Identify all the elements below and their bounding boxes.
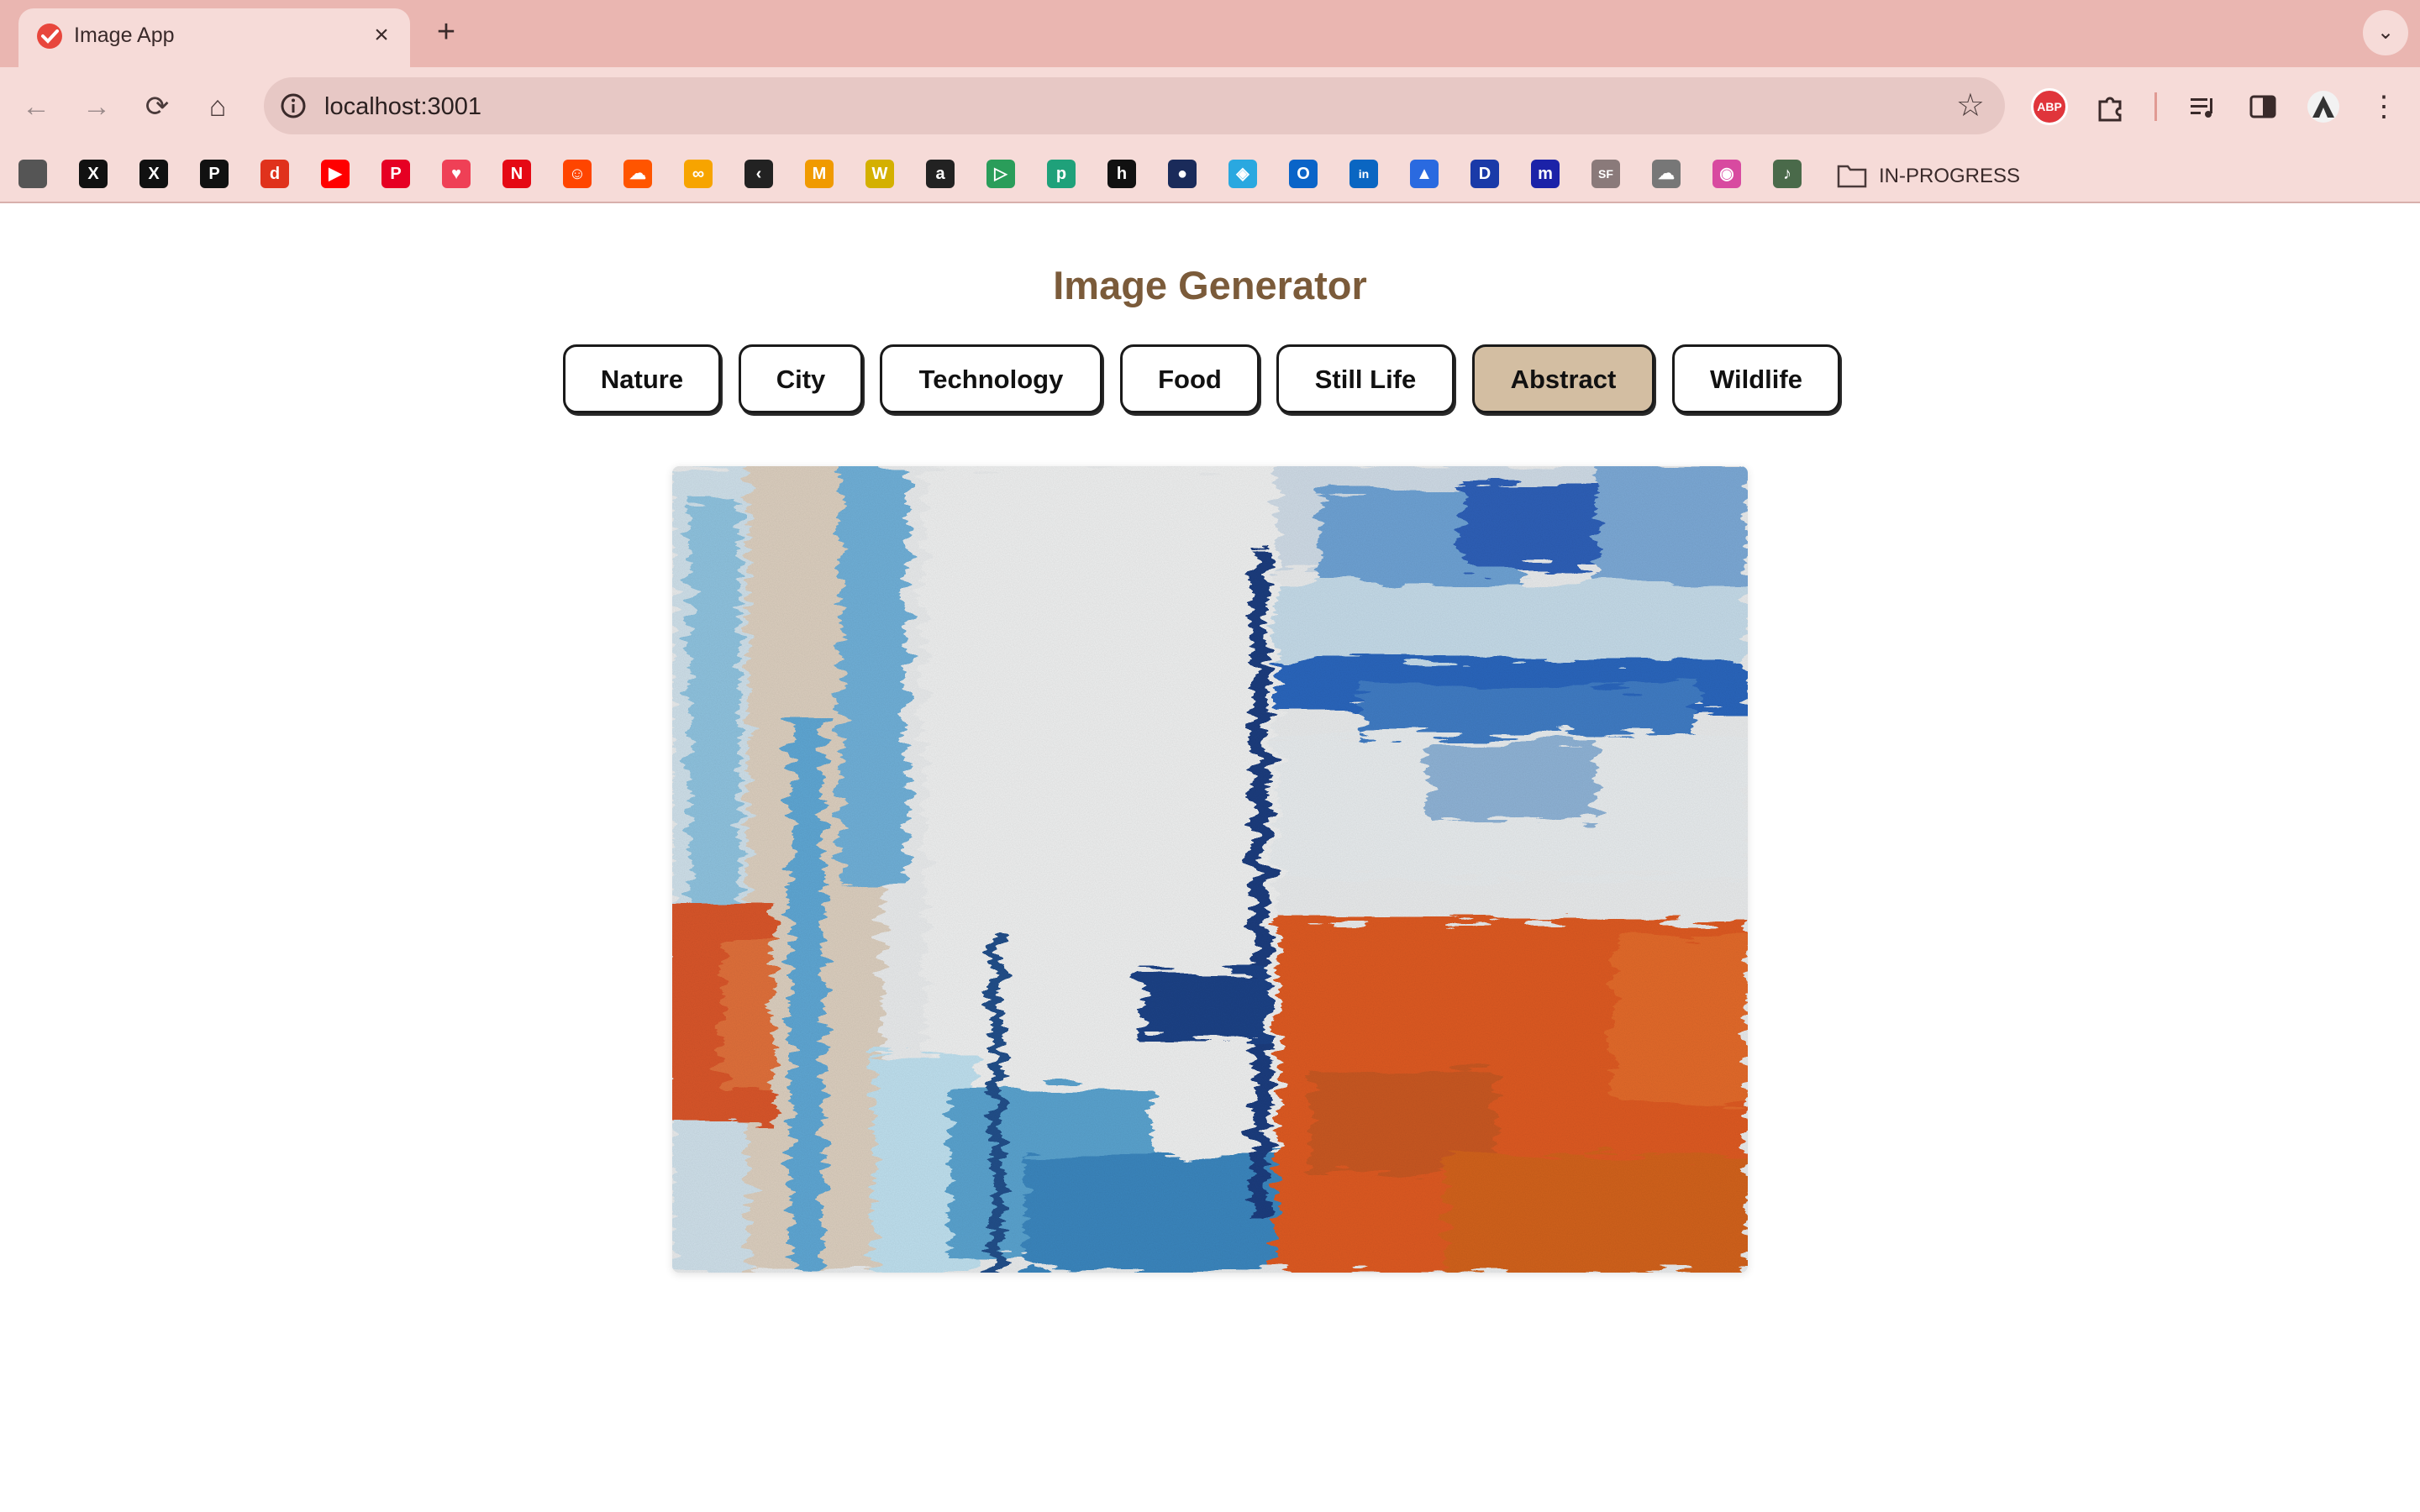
color-circle-icon[interactable]: ◉ [1712, 160, 1741, 188]
disney-icon[interactable]: D [1470, 160, 1499, 188]
category-button-abstract[interactable]: Abstract [1472, 344, 1655, 413]
category-button-food[interactable]: Food [1120, 344, 1260, 413]
generated-image [672, 466, 1748, 1273]
media-controls-icon[interactable] [2178, 82, 2227, 131]
m-icon[interactable]: M [805, 160, 834, 188]
h-icon[interactable]: h [1107, 160, 1136, 188]
folder-icon [1837, 165, 1867, 188]
linkedin-icon[interactable]: in [1349, 160, 1378, 188]
chevron-down-icon[interactable]: ⌄ [2363, 10, 2408, 55]
tab-strip: Image App × + ⌄ [0, 0, 2420, 67]
extensions-puzzle-icon[interactable] [2087, 82, 2136, 131]
cube-blue-icon[interactable]: ◈ [1228, 160, 1257, 188]
category-button-still-life[interactable]: Still Life [1276, 344, 1455, 413]
youtube-icon[interactable]: ▶ [321, 160, 350, 188]
sfb-icon[interactable]: SF [1591, 160, 1620, 188]
toolbar-separator [2154, 92, 2157, 121]
address-bar[interactable]: localhost:3001 ☆ [264, 77, 2005, 134]
play-icon[interactable]: ▷ [986, 160, 1015, 188]
outlook-icon[interactable]: O [1289, 160, 1318, 188]
adblock-extension-button[interactable]: ABP [2025, 82, 2074, 131]
arc-icon[interactable]: ▲ [1410, 160, 1439, 188]
side-panel-icon[interactable] [2238, 82, 2287, 131]
bookmarks-bar: IN-PROGRESS X X Pd ▶ P ♥ N ☺ ☁ ∞ ‹ M Wa ▷ p h ● ◈ Oin ▲ Dm SF… [0, 146, 2420, 203]
home-button[interactable]: ⌂ [193, 82, 242, 131]
bookmark-folder-label: IN-PROGRESS [1879, 165, 2021, 187]
new-tab-button[interactable]: + [427, 13, 466, 52]
cloud-icon[interactable]: ☁ [1652, 160, 1681, 188]
amazon-icon[interactable]: a [926, 160, 955, 188]
close-tab-icon[interactable]: × [365, 18, 398, 52]
category-button-technology[interactable]: Technology [880, 344, 1102, 413]
m-square-icon[interactable]: m [1531, 160, 1560, 188]
category-button-city[interactable]: City [739, 344, 863, 413]
browser-menu-icon[interactable]: ⋮ [2360, 82, 2408, 131]
leetcode-icon[interactable]: ‹ [744, 160, 773, 188]
red-check-icon [37, 24, 62, 49]
category-buttons: Nature City Technology Food Still Life A… [0, 344, 2420, 417]
browser-toolbar: ← → ⟳ ⌂ localhost:3001 ☆ ABP ⋮ [0, 67, 2420, 146]
cube-icon[interactable] [18, 160, 47, 188]
x-icon[interactable]: X [139, 160, 168, 188]
url-text[interactable]: localhost:3001 [324, 93, 481, 121]
p-circle-icon[interactable]: p [1047, 160, 1076, 188]
forward-button[interactable]: → [72, 82, 121, 131]
pinterest-icon[interactable]: P [381, 160, 410, 188]
back-button[interactable]: ← [12, 82, 60, 131]
w-icon[interactable]: W [865, 160, 894, 188]
tab-title: Image App [74, 24, 175, 47]
abp-icon: ABP [2031, 88, 2068, 125]
category-button-wildlife[interactable]: Wildlife [1672, 344, 1840, 413]
x-icon[interactable]: X [79, 160, 108, 188]
info-icon[interactable] [279, 92, 308, 120]
browser-tab[interactable]: Image App × [18, 8, 410, 67]
bell-icon[interactable]: ♪ [1773, 160, 1802, 188]
p-icon[interactable]: P [200, 160, 229, 188]
abstract-painting-image [672, 466, 1748, 1273]
netflix-icon[interactable]: N [502, 160, 531, 188]
pocket-icon[interactable]: ♥ [442, 160, 471, 188]
reddit-icon[interactable]: ☺ [563, 160, 592, 188]
reload-button[interactable]: ⟳ [133, 82, 182, 131]
star-icon[interactable]: ☆ [1956, 88, 1985, 123]
profile-avatar[interactable] [2299, 82, 2348, 131]
category-button-nature[interactable]: Nature [563, 344, 721, 413]
d-icon[interactable]: d [260, 160, 289, 188]
page-title: Image Generator [1053, 263, 1367, 307]
ninja-icon[interactable]: ● [1168, 160, 1197, 188]
infinity-icon[interactable]: ∞ [684, 160, 713, 188]
soundcloud-icon[interactable]: ☁ [623, 160, 652, 188]
